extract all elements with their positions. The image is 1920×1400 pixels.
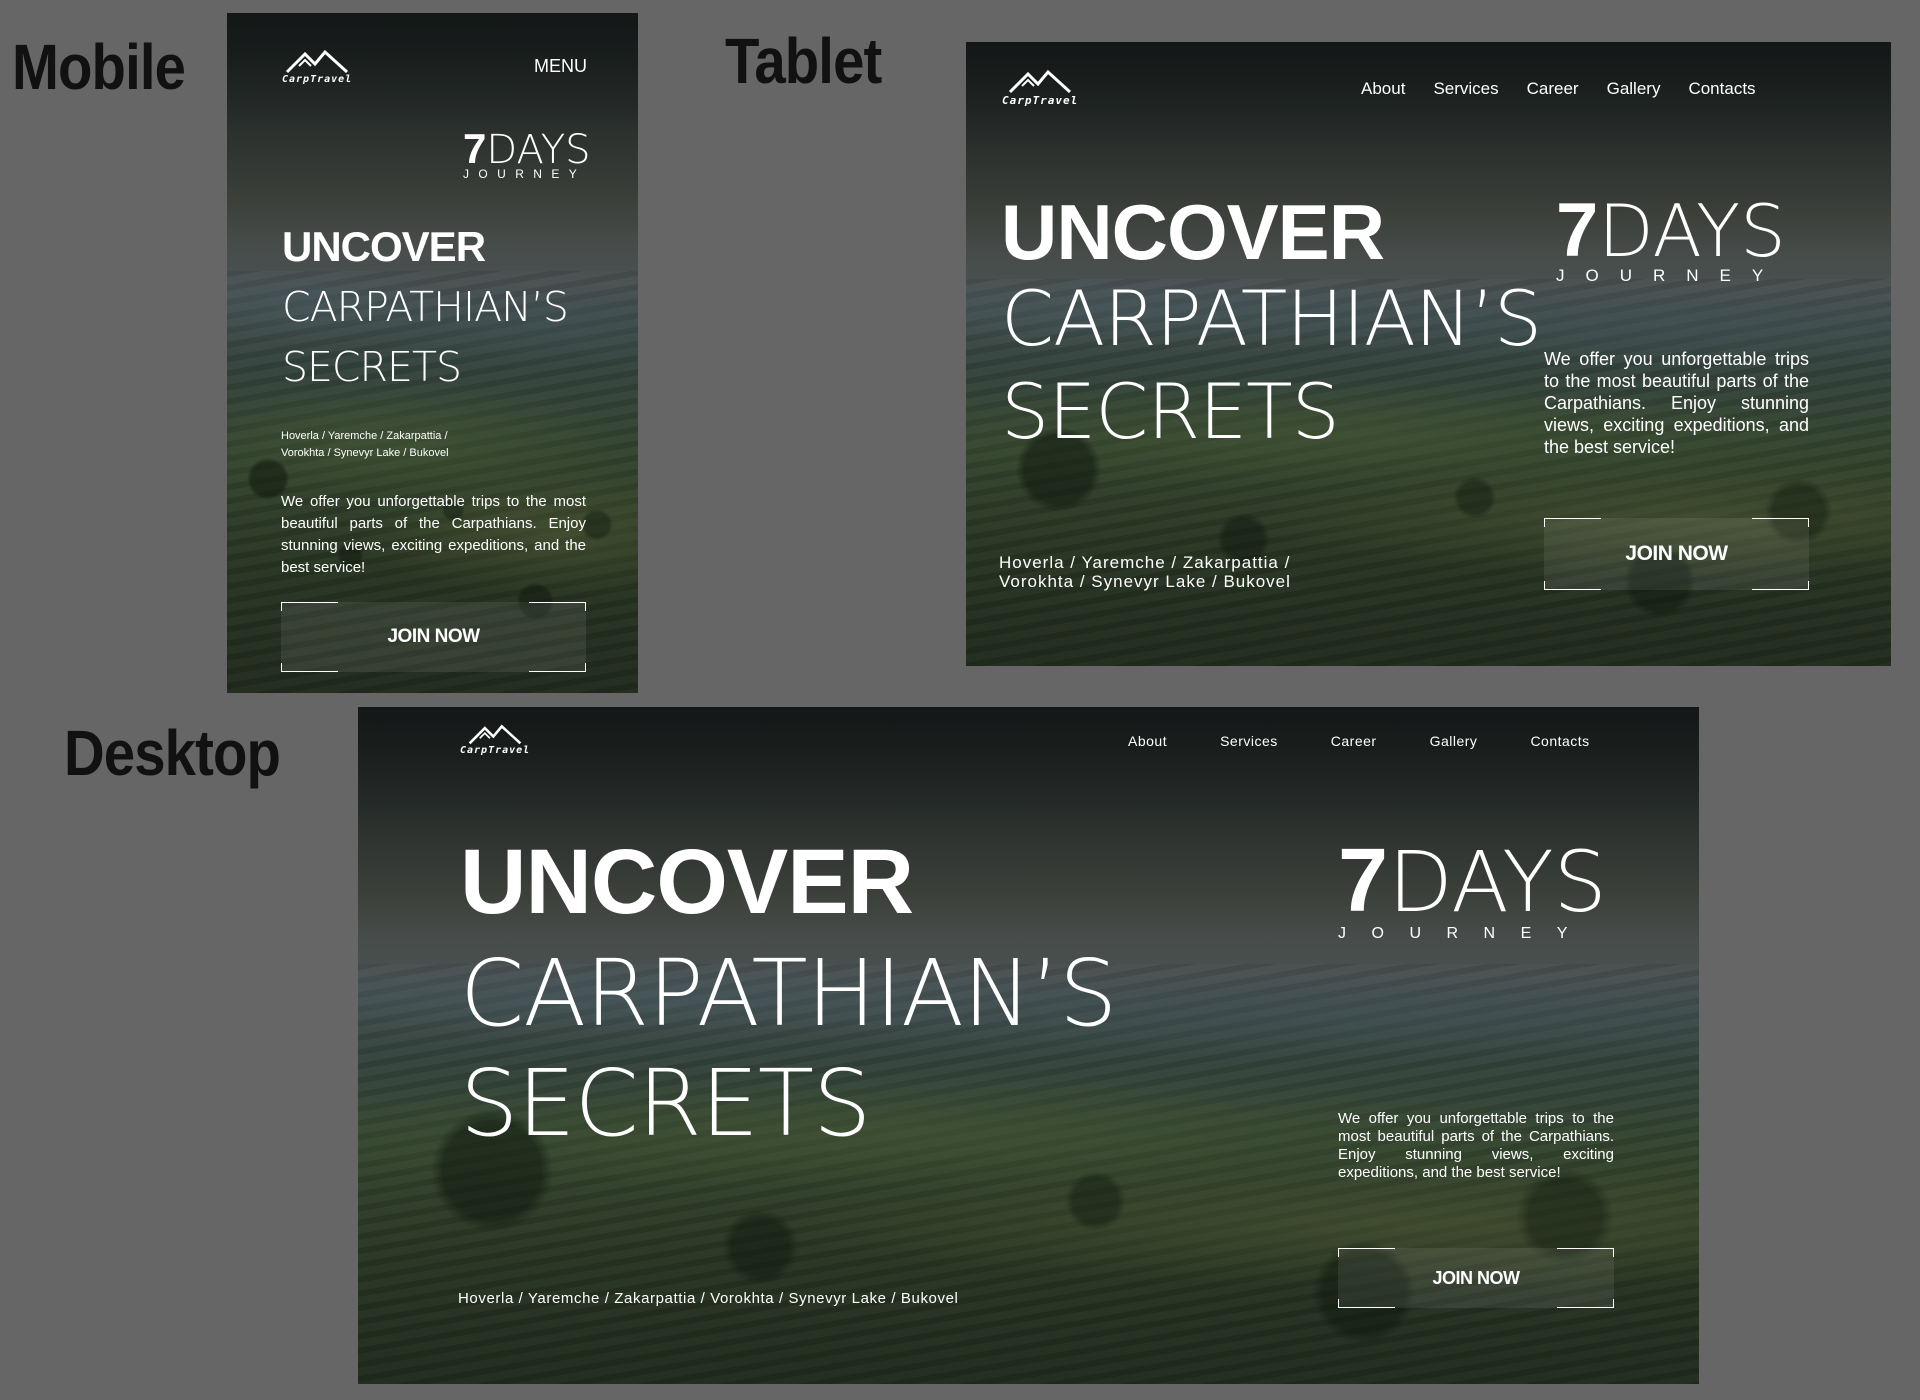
places-line: Hoverla / Yaremche / Zakarpattia / bbox=[999, 553, 1291, 572]
headline-secrets: SECRETS bbox=[1001, 367, 1340, 456]
places-line: Vorokhta / Synevyr Lake / Bukovel bbox=[281, 447, 449, 459]
join-now-button[interactable]: JOIN NOW bbox=[1338, 1248, 1614, 1308]
mountain-logo-icon bbox=[468, 724, 522, 745]
nav-career[interactable]: Career bbox=[1527, 79, 1579, 99]
nav-about[interactable]: About bbox=[1128, 733, 1167, 749]
headline-secrets: SECRETS bbox=[282, 343, 462, 391]
days-number: 7 bbox=[1338, 831, 1389, 931]
join-now-label: JOIN NOW bbox=[387, 626, 480, 647]
days-number: 7 bbox=[1556, 188, 1599, 273]
join-now-button[interactable]: JOIN NOW bbox=[281, 602, 586, 672]
logo-text: CarpTravel bbox=[1002, 94, 1079, 107]
places-list: Hoverla / Yaremche / Zakarpattia / Vorok… bbox=[281, 428, 449, 462]
places-list: Hoverla / Yaremche / Zakarpattia / Vorok… bbox=[458, 1290, 959, 1307]
description: We offer you unforgettable trips to the … bbox=[281, 493, 586, 576]
days-word: DAYS bbox=[1388, 833, 1607, 931]
desktop-days-badge: 7 DAYS bbox=[1338, 830, 1607, 933]
nav-gallery[interactable]: Gallery bbox=[1430, 733, 1478, 749]
mountain-logo-icon bbox=[1009, 69, 1072, 94]
tablet-logo[interactable]: CarpTravel bbox=[1002, 68, 1078, 107]
journey-text: JOURNEY bbox=[1338, 925, 1593, 942]
nav-contacts[interactable]: Contacts bbox=[1688, 79, 1755, 99]
days-number: 7 bbox=[463, 125, 487, 172]
mobile-logo[interactable]: CarpTravel bbox=[282, 48, 352, 85]
logo-text: CarpTravel bbox=[282, 74, 353, 85]
mobile-days-badge: 7 DAYS bbox=[463, 125, 591, 173]
desktop-label: Desktop bbox=[64, 717, 281, 789]
desktop-logo[interactable]: CarpTravel bbox=[460, 723, 530, 756]
places-line: Hoverla / Yaremche / Zakarpattia / bbox=[281, 430, 448, 442]
logo-text: CarpTravel bbox=[460, 745, 531, 756]
description: We offer you unforgettable trips to the … bbox=[1338, 1110, 1614, 1181]
tablet-hero-frame: CarpTravel About Services Career Gallery… bbox=[966, 42, 1891, 666]
desktop-hero-frame: CarpTravel About Services Career Gallery… bbox=[358, 707, 1699, 1384]
headline-uncover: UNCOVER bbox=[1001, 188, 1385, 276]
mobile-label: Mobile bbox=[12, 31, 186, 103]
mountain-logo-icon bbox=[286, 49, 349, 74]
tablet-nav: About Services Career Gallery Contacts bbox=[1361, 79, 1756, 99]
desktop-nav: About Services Career Gallery Contacts bbox=[1128, 733, 1590, 749]
nav-gallery[interactable]: Gallery bbox=[1607, 79, 1661, 99]
places-list: Hoverla / Yaremche / Zakarpattia / Vorok… bbox=[999, 553, 1291, 591]
menu-button[interactable]: MENU bbox=[534, 56, 587, 77]
nav-services[interactable]: Services bbox=[1220, 733, 1278, 749]
tablet-days-badge: 7 DAYS bbox=[1556, 187, 1786, 274]
tablet-label: Tablet bbox=[725, 25, 882, 97]
nav-services[interactable]: Services bbox=[1433, 79, 1498, 99]
nav-about[interactable]: About bbox=[1361, 79, 1405, 99]
journey-text: JOURNEY bbox=[463, 167, 587, 181]
join-now-button[interactable]: JOIN NOW bbox=[1544, 518, 1809, 590]
mobile-hero-frame: CarpTravel MENU 7 DAYS JOURNEY UNCOVER C… bbox=[227, 13, 638, 693]
join-now-label: JOIN NOW bbox=[1432, 1267, 1520, 1288]
headline-carpathians: CARPATHIAN’S bbox=[460, 940, 1117, 1047]
headline-uncover: UNCOVER bbox=[460, 831, 914, 933]
journey-text: JOURNEY bbox=[1556, 266, 1785, 285]
places-line: Vorokhta / Synevyr Lake / Bukovel bbox=[999, 572, 1291, 591]
headline-secrets: SECRETS bbox=[460, 1050, 871, 1157]
join-now-label: JOIN NOW bbox=[1625, 542, 1728, 565]
nav-career[interactable]: Career bbox=[1331, 733, 1377, 749]
headline-carpathians: CARPATHIAN’S bbox=[282, 283, 569, 331]
description: We offer you unforgettable trips to the … bbox=[1544, 349, 1809, 457]
nav-contacts[interactable]: Contacts bbox=[1530, 733, 1589, 749]
days-word: DAYS bbox=[1598, 189, 1786, 273]
headline-carpathians: CARPATHIAN’S bbox=[1001, 274, 1542, 363]
headline-uncover: UNCOVER bbox=[282, 223, 486, 270]
